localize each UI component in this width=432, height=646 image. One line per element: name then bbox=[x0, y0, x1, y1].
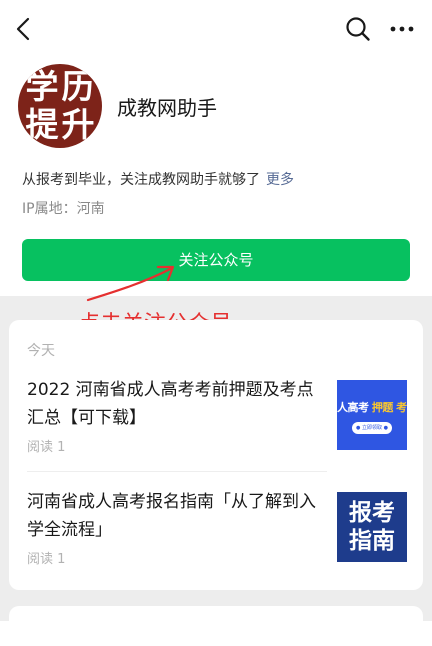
account-profile: 学 历 提 升 成教网助手 从报考到毕业，关注成教网助手就够了 更多 IP属地：河… bbox=[0, 58, 432, 296]
annotation-arrow-icon bbox=[86, 265, 175, 302]
back-icon[interactable] bbox=[12, 14, 36, 44]
article-item[interactable]: 河南省成人高考报名指南「从了解到入学全流程」 阅读 1 报考 指南 bbox=[9, 486, 423, 582]
thumbnail-text-accent: 押题 考 bbox=[371, 401, 407, 414]
day-label: 今天 bbox=[27, 343, 55, 359]
thumbnail-text: 报考 bbox=[349, 500, 395, 526]
avatar-glyph: 提 bbox=[25, 105, 59, 144]
article-card-next bbox=[9, 606, 423, 646]
account-name: 成教网助手 bbox=[117, 96, 217, 120]
ip-location: IP属地：河南 bbox=[22, 201, 105, 217]
avatar[interactable]: 学 历 提 升 bbox=[18, 64, 102, 148]
thumbnail-text: 指南 bbox=[349, 528, 395, 554]
thumbnail-pill: ● 立即领取 ● bbox=[352, 422, 392, 434]
thumbnail-text: 人高考 押题 考 bbox=[337, 399, 407, 415]
article-read-count: 阅读 1 bbox=[27, 440, 66, 455]
article-read-count: 阅读 1 bbox=[27, 552, 66, 567]
search-icon[interactable] bbox=[345, 15, 371, 43]
avatar-glyph: 学 bbox=[25, 67, 59, 106]
more-icon[interactable] bbox=[389, 15, 415, 43]
article-title: 河南省成人高考报名指南「从了解到入学全流程」 bbox=[27, 492, 316, 540]
bio-text: 从报考到毕业，关注成教网助手就够了 bbox=[22, 172, 260, 188]
top-bar bbox=[0, 0, 432, 58]
more-link[interactable]: 更多 bbox=[266, 172, 294, 188]
thumbnail-text-prefix: 人高考 bbox=[337, 401, 369, 414]
avatar-glyph: 历 bbox=[61, 67, 95, 106]
article-card: 今天 2022 河南省成人高考考前押题及考点汇总【可下载】 阅读 1 人高考 押… bbox=[9, 320, 423, 590]
article-thumbnail: 人高考 押题 考 ● 立即领取 ● bbox=[337, 380, 407, 450]
article-divider bbox=[27, 471, 327, 472]
article-title: 2022 河南省成人高考考前押题及考点汇总【可下载】 bbox=[27, 380, 314, 428]
avatar-glyph: 升 bbox=[61, 105, 95, 144]
follow-button[interactable]: 关注公众号 bbox=[22, 239, 410, 281]
account-bio: 从报考到毕业，关注成教网助手就够了 更多 bbox=[22, 169, 294, 189]
article-item[interactable]: 2022 河南省成人高考考前押题及考点汇总【可下载】 阅读 1 人高考 押题 考… bbox=[9, 374, 423, 470]
article-thumbnail: 报考 指南 bbox=[337, 492, 407, 562]
